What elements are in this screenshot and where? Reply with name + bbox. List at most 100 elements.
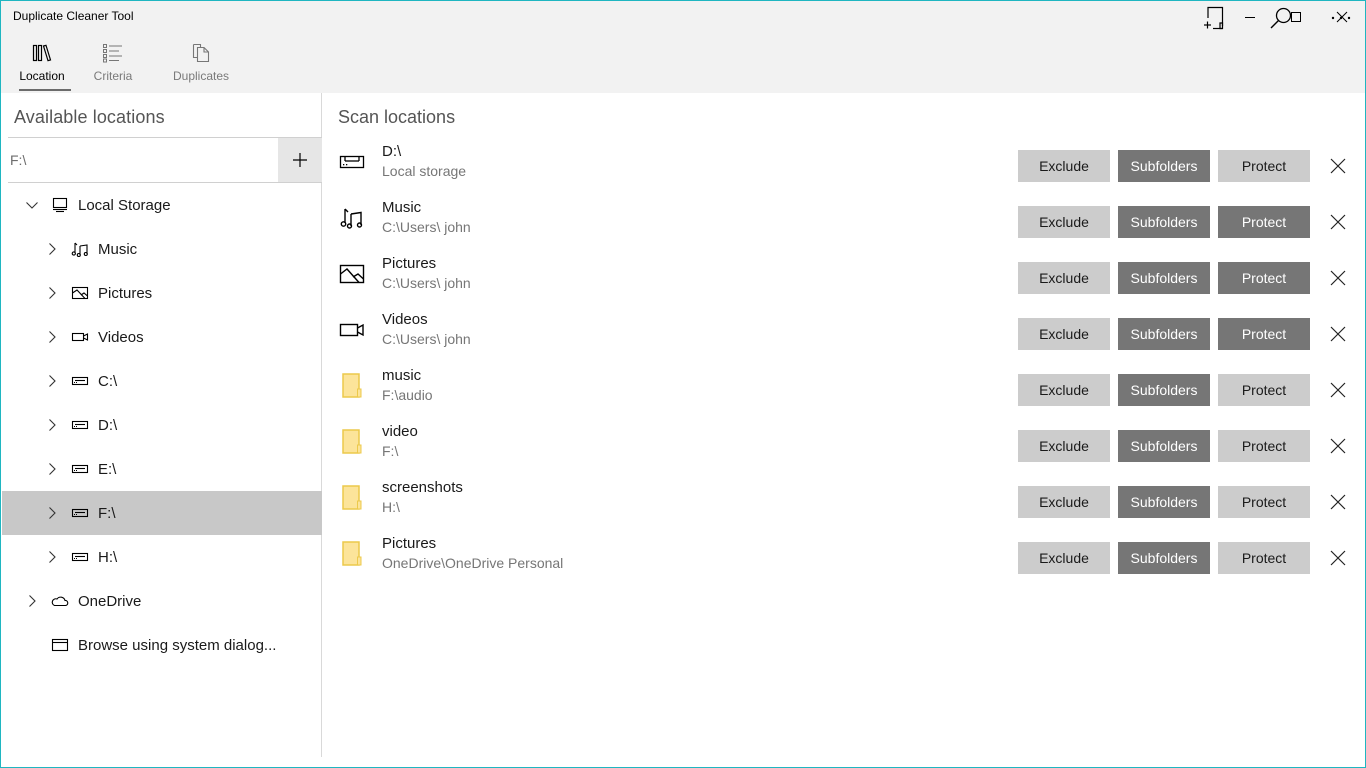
folder-icon: [339, 429, 365, 455]
location-name: D:\: [382, 143, 402, 160]
protect-toggle[interactable]: Protect: [1218, 430, 1310, 462]
chevron-right-icon[interactable]: [25, 594, 39, 608]
remove-location-button[interactable]: [1325, 433, 1351, 459]
exclude-toggle[interactable]: Exclude: [1018, 318, 1110, 350]
scan-location-row: Pictures C:\Users\ john Exclude Subfolders P…: [323, 249, 1364, 305]
chevron-right-icon[interactable]: [45, 462, 59, 476]
plus-icon: [293, 153, 307, 167]
chevron-right-icon[interactable]: [45, 418, 59, 432]
tree-item[interactable]: C:\: [2, 359, 322, 403]
tab-location-label: Location: [19, 69, 65, 83]
close-icon: [1330, 550, 1346, 566]
subfolders-toggle[interactable]: Subfolders: [1118, 430, 1210, 462]
protect-toggle[interactable]: Protect: [1218, 542, 1310, 574]
close-icon: [1330, 494, 1346, 510]
tree-item[interactable]: H:\: [2, 535, 322, 579]
remove-location-button[interactable]: [1325, 489, 1351, 515]
tab-criteria-label: Criteria: [93, 69, 133, 83]
tree-item[interactable]: Local Storage: [2, 183, 322, 227]
tree-item-label: OneDrive: [78, 592, 142, 610]
subfolders-toggle[interactable]: Subfolders: [1118, 318, 1210, 350]
add-location-path-button[interactable]: [278, 138, 322, 182]
more-options-button[interactable]: [1309, 1, 1366, 35]
exclude-toggle[interactable]: Exclude: [1018, 542, 1110, 574]
computer-icon: [50, 197, 70, 213]
tab-criteria[interactable]: Criteria: [71, 39, 155, 93]
subfolders-toggle[interactable]: Subfolders: [1118, 150, 1210, 182]
exclude-toggle[interactable]: Exclude: [1018, 486, 1110, 518]
chevron-right-icon[interactable]: [45, 286, 59, 300]
remove-location-button[interactable]: [1325, 153, 1351, 179]
subfolders-toggle[interactable]: Subfolders: [1118, 206, 1210, 238]
tree-item-label: Videos: [98, 328, 144, 346]
protect-toggle[interactable]: Protect: [1218, 262, 1310, 294]
cloud-icon: [50, 593, 70, 609]
location-path: OneDrive\OneDrive Personal: [382, 555, 564, 571]
copy-icon: [192, 43, 210, 63]
video-icon: [70, 329, 90, 345]
search-button[interactable]: [1249, 1, 1313, 35]
location-path: C:\Users\ john: [382, 331, 471, 347]
protect-toggle[interactable]: Protect: [1218, 206, 1310, 238]
protect-toggle[interactable]: Protect: [1218, 374, 1310, 406]
location-path: C:\Users\ john: [382, 219, 471, 235]
scan-location-row: video F:\ Exclude Subfolders Protect: [323, 417, 1364, 473]
location-name: video: [382, 423, 418, 440]
remove-location-button[interactable]: [1325, 377, 1351, 403]
remove-location-button[interactable]: [1325, 321, 1351, 347]
tree-item[interactable]: E:\: [2, 447, 322, 491]
tab-duplicates-label: Duplicates: [172, 69, 230, 83]
close-icon: [1330, 382, 1346, 398]
subfolders-toggle[interactable]: Subfolders: [1118, 486, 1210, 518]
scan-location-list: D:\ Local storage Exclude Subfolders Protect…: [323, 137, 1364, 585]
subfolders-toggle[interactable]: Subfolders: [1118, 542, 1210, 574]
chevron-right-icon[interactable]: [45, 330, 59, 344]
exclude-toggle[interactable]: Exclude: [1018, 150, 1110, 182]
exclude-toggle[interactable]: Exclude: [1018, 374, 1110, 406]
tree-item-label: C:\: [98, 372, 118, 390]
picture-icon: [70, 285, 90, 301]
chevron-down-icon[interactable]: [25, 198, 39, 212]
chevron-right-icon[interactable]: [45, 506, 59, 520]
close-icon: [1330, 214, 1346, 230]
available-locations-panel: Available locations Local Storage Music Pi…: [2, 93, 322, 757]
tab-duplicates[interactable]: Duplicates: [155, 39, 247, 93]
chevron-right-icon[interactable]: [45, 242, 59, 256]
protect-toggle[interactable]: Protect: [1218, 150, 1310, 182]
protect-toggle[interactable]: Protect: [1218, 318, 1310, 350]
tree-item[interactable]: F:\: [2, 491, 322, 535]
location-name: Videos: [382, 311, 428, 328]
tree-item[interactable]: D:\: [2, 403, 322, 447]
drive-icon: [70, 417, 90, 433]
location-path-row: [8, 137, 322, 183]
add-location-button[interactable]: [1182, 1, 1246, 35]
list-icon: [103, 44, 122, 63]
chevron-right-icon[interactable]: [45, 550, 59, 564]
chevron-right-icon[interactable]: [45, 374, 59, 388]
protect-toggle[interactable]: Protect: [1218, 486, 1310, 518]
remove-location-button[interactable]: [1325, 209, 1351, 235]
tree-item[interactable]: Music: [2, 227, 322, 271]
location-path: C:\Users\ john: [382, 275, 471, 291]
tree-item-label: D:\: [98, 416, 118, 434]
tab-location[interactable]: Location: [13, 39, 71, 93]
location-path: F:\audio: [382, 387, 433, 403]
location-name: screenshots: [382, 479, 463, 496]
tree-item-label: Pictures: [98, 284, 153, 302]
tree-item[interactable]: Pictures: [2, 271, 322, 315]
tree-item[interactable]: Videos: [2, 315, 322, 359]
tree-item-label: F:\: [98, 504, 116, 522]
subfolders-toggle[interactable]: Subfolders: [1118, 374, 1210, 406]
available-locations-title: Available locations: [14, 107, 165, 127]
tree-item[interactable]: Browse using system dialog...: [2, 623, 322, 667]
tree-item[interactable]: OneDrive: [2, 579, 322, 623]
exclude-toggle[interactable]: Exclude: [1018, 430, 1110, 462]
location-path-input[interactable]: [8, 138, 278, 182]
tree-item-label: Music: [98, 240, 138, 258]
remove-location-button[interactable]: [1325, 265, 1351, 291]
exclude-toggle[interactable]: Exclude: [1018, 262, 1110, 294]
remove-location-button[interactable]: [1325, 545, 1351, 571]
tree-item-label: Browse using system dialog...: [78, 636, 277, 654]
subfolders-toggle[interactable]: Subfolders: [1118, 262, 1210, 294]
exclude-toggle[interactable]: Exclude: [1018, 206, 1110, 238]
